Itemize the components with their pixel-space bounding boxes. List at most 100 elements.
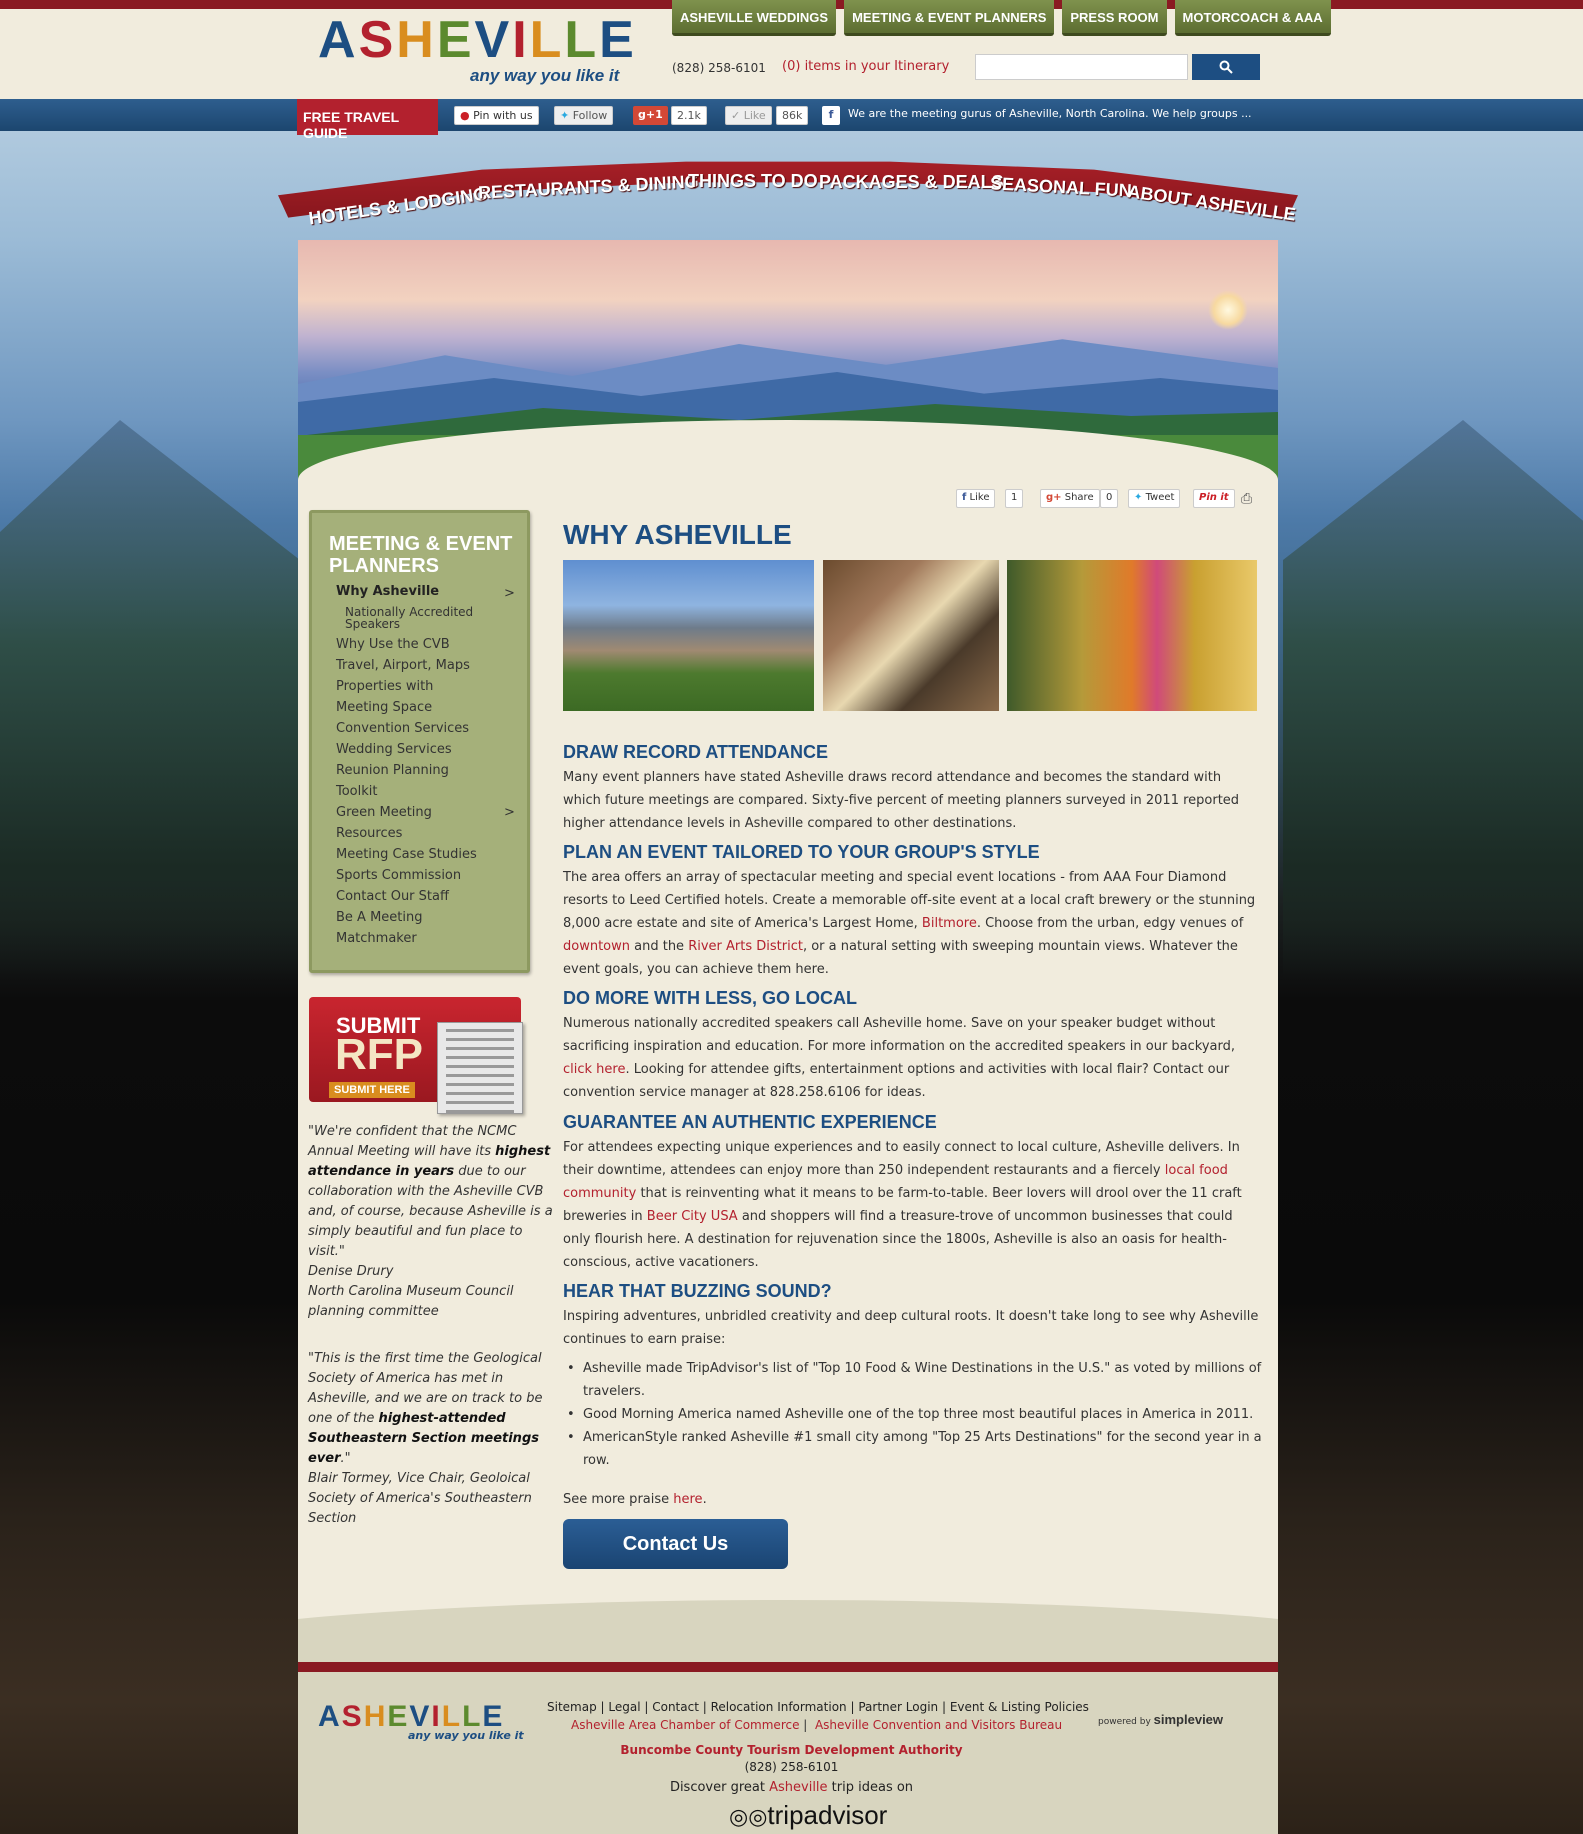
sidebar-item-why-asheville[interactable]: Why Asheville <box>336 584 439 599</box>
twitter-follow-button[interactable]: ✦ Follow <box>554 106 614 125</box>
section-text: The area offers an array of spectacular … <box>563 866 1263 981</box>
section-heading: HEAR THAT BUZZING SOUND? <box>563 1281 832 1301</box>
pinterest-follow-button[interactable]: ● Pin with us <box>454 106 539 125</box>
gplus-button[interactable]: g+1 <box>633 106 668 125</box>
nav-things-to-do[interactable]: THINGS TO DO <box>688 171 818 192</box>
link-click-here[interactable]: click here <box>563 1062 625 1077</box>
tab-motorcoach-aaa[interactable]: MOTORCOACH & AAA <box>1174 0 1331 36</box>
tab-asheville-weddings[interactable]: ASHEVILLE WEDDINGS <box>672 0 837 36</box>
sidebar-item-reunion[interactable]: Reunion Planning <box>336 763 449 778</box>
section-text: Many event planners have stated Ashevill… <box>563 770 1240 831</box>
gplus-share[interactable]: g+ Share <box>1040 489 1100 508</box>
sidebar-item-contact-staff[interactable]: Contact Our Staff <box>336 889 449 904</box>
section-heading: PLAN AN EVENT TAILORED TO YOUR GROUP'S S… <box>563 842 1040 862</box>
tweet-button[interactable]: ✦ Tweet <box>1128 489 1181 508</box>
like-button[interactable]: ✓ Like <box>725 106 772 125</box>
photo-biltmore-estate <box>563 560 814 711</box>
footer-link-chamber[interactable]: Asheville Area Chamber of Commerce <box>571 1718 799 1732</box>
fb-like-label: Like <box>969 492 990 503</box>
quote-text: ." <box>340 1451 351 1466</box>
sidebar-item-meeting-space[interactable]: Meeting Space <box>336 700 432 715</box>
chevron-right-icon[interactable]: > <box>504 805 515 820</box>
print-icon[interactable]: ⎙ <box>1236 489 1257 508</box>
sidebar-item-resources[interactable]: Resources <box>336 826 402 841</box>
chevron-right-icon[interactable]: > <box>504 586 515 601</box>
sidebar-item-wedding[interactable]: Wedding Services <box>336 742 452 757</box>
footer-link-partner-login[interactable]: Partner Login <box>858 1700 938 1714</box>
nav-packages-deals[interactable]: PACKAGES & DEALS <box>819 172 1004 193</box>
logo-wordmark: ASHEVILLE <box>318 11 637 69</box>
itinerary-link[interactable]: (0) items in your Itinerary <box>782 59 949 74</box>
search-input[interactable] <box>975 54 1188 80</box>
text-span: Numerous nationally accredited speakers … <box>563 1016 1236 1054</box>
link-river-arts[interactable]: River Arts District <box>688 939 803 954</box>
text-span: . <box>702 1492 707 1507</box>
search-icon <box>1219 60 1233 74</box>
pinit-button[interactable]: Pin it <box>1193 489 1235 508</box>
link-biltmore[interactable]: Biltmore <box>922 916 977 931</box>
powered-by[interactable]: powered by simpleview <box>1098 1712 1223 1727</box>
document-icon <box>437 1022 523 1114</box>
itinerary-text: items in your Itinerary <box>804 59 950 74</box>
tweet-label: Tweet <box>1145 492 1175 503</box>
gshare-label: Share <box>1064 492 1094 503</box>
footer-link-legal[interactable]: Legal <box>608 1700 640 1714</box>
sidebar-item-green-meeting[interactable]: Green Meeting <box>336 805 432 820</box>
sidebar-item-matchmaker[interactable]: Matchmaker <box>336 931 417 946</box>
section-text: Inspiring adventures, unbridled creativi… <box>563 1309 1259 1347</box>
rfp-line2: RFP <box>335 1030 423 1079</box>
tripadvisor-logo[interactable]: ◎◎tripadvisor <box>729 1800 887 1831</box>
fb-like-count: 1 <box>1005 489 1024 508</box>
text-span: For attendees expecting unique experienc… <box>563 1140 1240 1178</box>
sidebar-item-travel[interactable]: Travel, Airport, Maps <box>336 658 470 673</box>
sidebar-item-accredited-speakers[interactable]: Nationally Accredited Speakers <box>345 606 495 630</box>
footer-link-cvb[interactable]: Asheville Convention and Visitors Bureau <box>815 1718 1062 1732</box>
simpleview-brand: simpleview <box>1153 1712 1224 1727</box>
text-span: See more praise <box>563 1492 674 1507</box>
text-span: Discover great <box>669 1780 770 1795</box>
sidebar-item-properties[interactable]: Properties with <box>336 679 433 694</box>
free-travel-guide-button[interactable]: FREE TRAVEL GUIDE <box>297 99 438 141</box>
footer-link-policies[interactable]: Event & Listing Policies <box>950 1700 1089 1714</box>
footer-links: Sitemap | Legal | Contact | Relocation I… <box>547 1700 1089 1714</box>
contact-us-button[interactable]: Contact Us <box>563 1519 788 1569</box>
section-heading: GUARANTEE AN AUTHENTIC EXPERIENCE <box>563 1112 937 1132</box>
footer-authority[interactable]: Buncombe County Tourism Development Auth… <box>0 1743 1583 1757</box>
link-praise-here[interactable]: here <box>673 1492 702 1507</box>
quote-author: Denise Drury <box>308 1264 394 1279</box>
facebook-icon[interactable]: f <box>822 106 840 125</box>
tab-meeting-event-planners[interactable]: MEETING & EVENT PLANNERS <box>844 0 1055 36</box>
top-tabs: ASHEVILLE WEDDINGS MEETING & EVENT PLANN… <box>672 0 1331 36</box>
sidebar-item-be-a-meeting[interactable]: Be A Meeting <box>336 910 423 925</box>
photo-street-performer <box>823 560 999 711</box>
pin-label: Pin with us <box>473 109 533 122</box>
footer-link-relocation[interactable]: Relocation Information <box>711 1700 847 1714</box>
search-button[interactable] <box>1192 54 1260 80</box>
sidebar-item-toolkit[interactable]: Toolkit <box>336 784 378 799</box>
section-text: For attendees expecting unique experienc… <box>563 1136 1263 1274</box>
sidebar-title: MEETING & EVENT PLANNERS <box>329 533 513 577</box>
link-beer-city[interactable]: Beer City USA <box>647 1209 738 1224</box>
sidebar-item-why-cvb[interactable]: Why Use the CVB <box>336 637 450 652</box>
text-span: . Looking for attendee gifts, entertainm… <box>563 1062 1230 1100</box>
fb-like-share[interactable]: f Like <box>956 489 996 508</box>
itinerary-count: (0) <box>782 59 801 74</box>
tab-press-room[interactable]: PRESS ROOM <box>1062 0 1167 36</box>
sidebar-item-case-studies[interactable]: Meeting Case Studies <box>336 847 477 862</box>
link-asheville[interactable]: Asheville <box>769 1780 827 1795</box>
sidebar-item-convention[interactable]: Convention Services <box>336 721 469 736</box>
text-span: trip ideas on <box>827 1780 914 1795</box>
footer-link-contact[interactable]: Contact <box>652 1700 699 1714</box>
follow-label: Follow <box>572 109 608 122</box>
facebook-ticker[interactable]: We are the meeting gurus of Asheville, N… <box>848 107 1252 120</box>
background-hills-left <box>0 420 300 980</box>
footer-discover: Discover great Asheville trip ideas on <box>0 1780 1583 1795</box>
site-logo[interactable]: ASHEVILLE any way you like it <box>318 14 658 94</box>
footer-link-sitemap[interactable]: Sitemap <box>547 1700 597 1714</box>
main-navigation: HOTELS & LODGING RESTAURANTS & DINING TH… <box>278 160 1298 240</box>
quote-affiliation: North Carolina Museum Council planning c… <box>308 1284 514 1319</box>
section-heading: DRAW RECORD ATTENDANCE <box>563 742 828 762</box>
link-downtown[interactable]: downtown <box>563 939 630 954</box>
facebook-icon: f <box>962 492 967 503</box>
sidebar-item-sports[interactable]: Sports Commission <box>336 868 461 883</box>
